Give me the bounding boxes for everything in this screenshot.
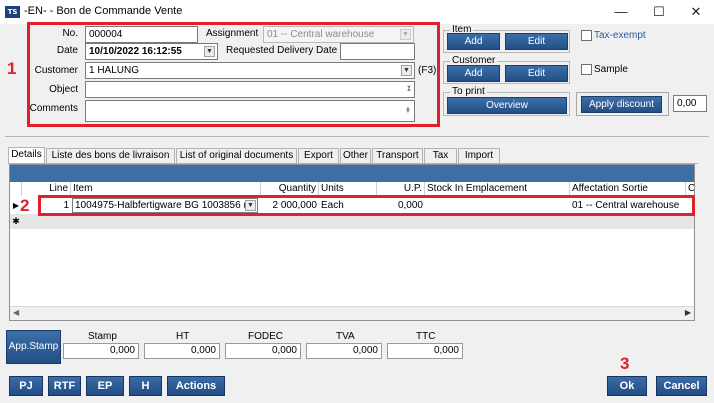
ok-button[interactable]: Ok xyxy=(607,376,647,396)
annotation-box-line xyxy=(38,195,695,216)
tax-exempt-label: Tax-exempt xyxy=(594,30,646,41)
ttc-field[interactable]: 0,000 xyxy=(387,343,463,359)
app-stamp-button[interactable]: App.Stamp xyxy=(6,330,61,364)
tab-transport[interactable]: Transport xyxy=(372,148,423,163)
tab-other[interactable]: Other xyxy=(340,148,371,163)
tab-original-documents[interactable]: List of original documents xyxy=(176,148,297,163)
h-button[interactable]: H xyxy=(129,376,162,396)
section-divider xyxy=(5,136,709,137)
actions-button[interactable]: Actions xyxy=(167,376,225,396)
stamp-label: Stamp xyxy=(88,331,117,342)
app-logo-icon: TS xyxy=(5,6,20,18)
stamp-field[interactable]: 0,000 xyxy=(63,343,139,359)
form-client-area: No. 000004 Assignment 01 -- Central ware… xyxy=(0,22,714,403)
ht-field[interactable]: 0,000 xyxy=(144,343,220,359)
col-units[interactable]: Units xyxy=(319,182,377,196)
annotation-marker-1: 1 xyxy=(7,59,17,78)
fodec-label: FODEC xyxy=(248,331,283,342)
title-bar: TS -EN- - Bon de Commande Vente — ☐ ✕ xyxy=(0,0,714,24)
grid-group-bar xyxy=(10,165,694,182)
annotation-marker-2: 2 xyxy=(20,196,30,215)
cancel-button[interactable]: Cancel xyxy=(656,376,707,396)
tab-details[interactable]: Details xyxy=(8,147,45,164)
overview-button[interactable]: Overview xyxy=(447,97,567,114)
window-title: -EN- - Bon de Commande Vente xyxy=(24,5,183,17)
ttc-label: TTC xyxy=(416,331,436,342)
col-c[interactable]: C xyxy=(686,182,694,196)
close-icon[interactable]: ✕ xyxy=(686,3,706,21)
item-edit-button[interactable]: Edit xyxy=(505,33,568,50)
order-lines-grid[interactable]: Line Item Quantity Units U.P. Stock In E… xyxy=(9,164,695,321)
customer-edit-button[interactable]: Edit xyxy=(505,65,568,82)
col-line[interactable]: Line xyxy=(22,182,71,196)
col-quantity[interactable]: Quantity xyxy=(261,182,319,196)
tab-export[interactable]: Export xyxy=(298,148,339,163)
sample-checkbox[interactable] xyxy=(581,64,592,75)
print-group-title: To print xyxy=(450,86,487,97)
row-header-column xyxy=(10,182,22,196)
tva-field[interactable]: 0,000 xyxy=(306,343,382,359)
pj-button[interactable]: PJ xyxy=(9,376,43,396)
tab-delivery-notes[interactable]: Liste des bons de livraison xyxy=(46,148,175,163)
grid-horizontal-scrollbar[interactable]: ◀ ▶ xyxy=(10,306,694,320)
apply-discount-button[interactable]: Apply discount xyxy=(581,96,662,113)
customer-add-button[interactable]: Add xyxy=(447,65,500,82)
rtf-button[interactable]: RTF xyxy=(48,376,81,396)
discount-field[interactable]: 0,00 xyxy=(673,95,707,112)
ht-label: HT xyxy=(176,331,190,342)
scroll-right-icon[interactable]: ▶ xyxy=(685,308,691,317)
col-stock[interactable]: Stock In Emplacement xyxy=(425,182,570,196)
fodec-field[interactable]: 0,000 xyxy=(225,343,301,359)
tax-exempt-checkbox[interactable] xyxy=(581,30,592,41)
scroll-left-icon[interactable]: ◀ xyxy=(13,308,19,317)
ep-button[interactable]: EP xyxy=(86,376,124,396)
sample-label: Sample xyxy=(594,64,628,75)
col-up[interactable]: U.P. xyxy=(377,182,425,196)
col-affectation[interactable]: Affectation Sortie xyxy=(570,182,686,196)
annotation-box-header xyxy=(27,22,440,127)
col-item[interactable]: Item xyxy=(71,182,261,196)
tab-import[interactable]: Import xyxy=(458,148,500,163)
tab-tax[interactable]: Tax xyxy=(424,148,457,163)
annotation-marker-3: 3 xyxy=(620,354,630,373)
tva-label: TVA xyxy=(336,331,355,342)
new-row[interactable]: ✱ xyxy=(10,214,694,229)
minimize-icon[interactable]: — xyxy=(611,3,631,21)
item-add-button[interactable]: Add xyxy=(447,33,500,50)
maximize-icon[interactable]: ☐ xyxy=(649,3,669,21)
new-row-icon: ✱ xyxy=(12,216,20,226)
